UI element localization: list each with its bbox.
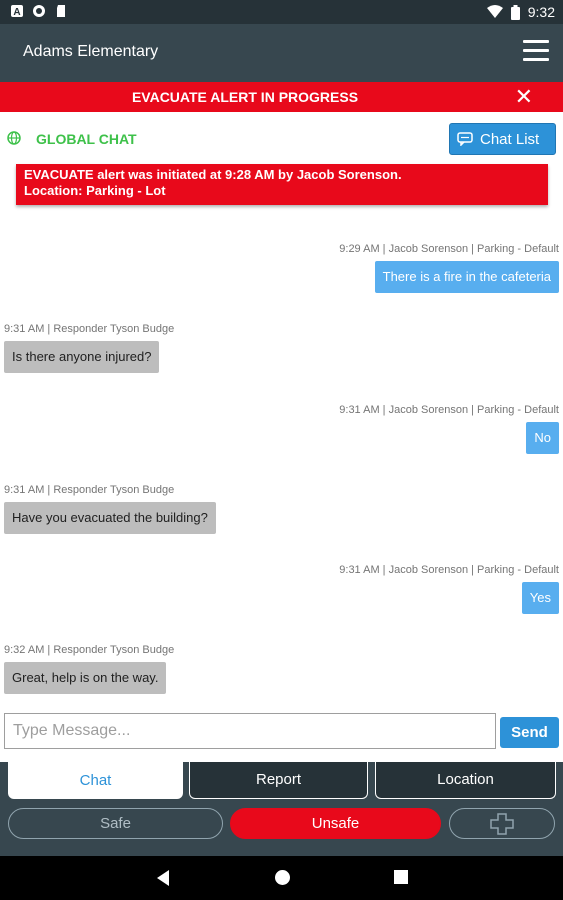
chat-list-label: Chat List: [480, 131, 540, 148]
medical-button[interactable]: [449, 808, 555, 839]
home-icon[interactable]: [274, 869, 291, 886]
message-meta: 9:31 AM | Responder Tyson Budge: [4, 484, 175, 496]
bottom-panel: Chat Report Location Safe Unsafe: [0, 762, 563, 856]
status-bar-system: 9:32: [486, 3, 555, 21]
message-input[interactable]: [4, 713, 496, 749]
wifi-icon: [486, 5, 503, 18]
message-meta: 9:29 AM | Jacob Sorenson | Parking - Def…: [339, 243, 559, 255]
message-meta: 9:31 AM | Jacob Sorenson | Parking - Def…: [339, 404, 559, 416]
tab-report[interactable]: Report: [189, 762, 368, 799]
unsafe-button[interactable]: Unsafe: [230, 808, 441, 839]
chat-header: GLOBAL CHAT Chat List: [0, 118, 563, 158]
sync-icon: [33, 5, 45, 17]
system-alert-line-1: EVACUATE alert was initiated at 9:28 AM …: [24, 167, 402, 182]
outgoing-message[interactable]: No: [526, 422, 559, 454]
system-nav-bar: [0, 856, 563, 900]
message-meta: 9:31 AM | Responder Tyson Budge: [4, 323, 175, 335]
recents-icon[interactable]: [394, 870, 408, 884]
status-bar: A 9:32: [0, 0, 563, 24]
status-bar-notifications: A: [10, 4, 68, 18]
back-icon[interactable]: [155, 869, 171, 887]
tab-chat[interactable]: Chat: [8, 762, 183, 799]
status-time: 9:32: [527, 4, 555, 20]
chat-list-button[interactable]: Chat List: [449, 123, 556, 155]
chat-bubble-icon: [457, 132, 473, 146]
notification-a-icon: A: [11, 5, 23, 18]
alert-banner-text: EVACUATE ALERT IN PROGRESS: [131, 89, 359, 105]
hamburger-menu-icon[interactable]: [523, 40, 549, 62]
globe-icon: [7, 131, 21, 145]
incoming-message[interactable]: Have you evacuated the building?: [4, 502, 216, 534]
battery-icon: [510, 4, 520, 20]
global-chat-label: GLOBAL CHAT: [36, 131, 137, 147]
medical-cross-icon: [490, 813, 514, 835]
app-title: Adams Elementary: [23, 43, 159, 60]
incoming-message[interactable]: Great, help is on the way.: [4, 662, 167, 694]
safe-button[interactable]: Safe: [8, 808, 223, 839]
outgoing-message[interactable]: Yes: [521, 582, 559, 614]
svg-text:A: A: [13, 7, 20, 18]
outgoing-message[interactable]: There is a fire in the cafeteria: [374, 261, 559, 293]
app-bar: Adams Elementary: [0, 24, 563, 82]
tab-location[interactable]: Location: [375, 762, 556, 799]
close-icon[interactable]: ✕: [515, 85, 533, 109]
sd-card-icon: [57, 5, 65, 17]
system-alert-message: EVACUATE alert was initiated at 9:28 AM …: [16, 164, 548, 205]
system-alert-line-2: Location: Parking - Lot: [24, 183, 166, 198]
message-meta: 9:32 AM | Responder Tyson Budge: [4, 644, 175, 656]
send-button[interactable]: Send: [500, 717, 559, 748]
message-meta: 9:31 AM | Jacob Sorenson | Parking - Def…: [339, 564, 559, 576]
alert-banner: EVACUATE ALERT IN PROGRESS ✕: [0, 82, 563, 112]
incoming-message[interactable]: Is there anyone injured?: [4, 341, 160, 373]
